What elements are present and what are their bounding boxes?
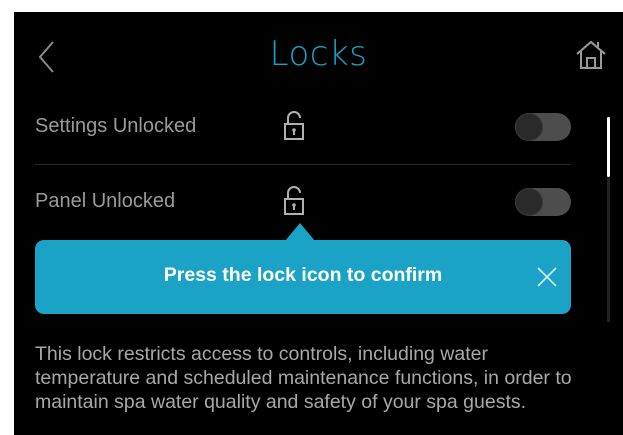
lock-description: This lock restricts access to controls, …	[35, 343, 572, 413]
page-title: Locks	[269, 34, 368, 74]
panel-lock-toggle[interactable]	[515, 188, 571, 216]
locks-screen: Locks Settings Unlocked Panel Unlocked P…	[14, 12, 623, 435]
row-divider	[35, 164, 570, 165]
confirm-tooltip[interactable]: Press the lock icon to confirm	[35, 240, 571, 314]
tooltip-message: Press the lock icon to confirm	[163, 264, 443, 286]
home-icon	[576, 40, 606, 69]
settings-lock-label: Settings Unlocked	[35, 115, 197, 137]
scrollbar-thumb[interactable]	[607, 117, 610, 177]
unlocked-padlock-icon	[284, 111, 304, 140]
tooltip-close-button[interactable]	[535, 265, 559, 289]
panel-lock-button[interactable]	[282, 184, 306, 218]
settings-lock-toggle[interactable]	[515, 113, 571, 141]
unlocked-padlock-icon	[284, 186, 304, 215]
tooltip-arrow	[285, 223, 315, 241]
toggle-knob	[515, 188, 543, 216]
close-icon	[537, 267, 557, 287]
home-button[interactable]	[574, 38, 608, 72]
settings-lock-button[interactable]	[282, 109, 306, 143]
toggle-knob	[515, 113, 543, 141]
settings-lock-row: Settings Unlocked	[14, 95, 571, 159]
panel-lock-label: Panel Unlocked	[35, 190, 176, 212]
